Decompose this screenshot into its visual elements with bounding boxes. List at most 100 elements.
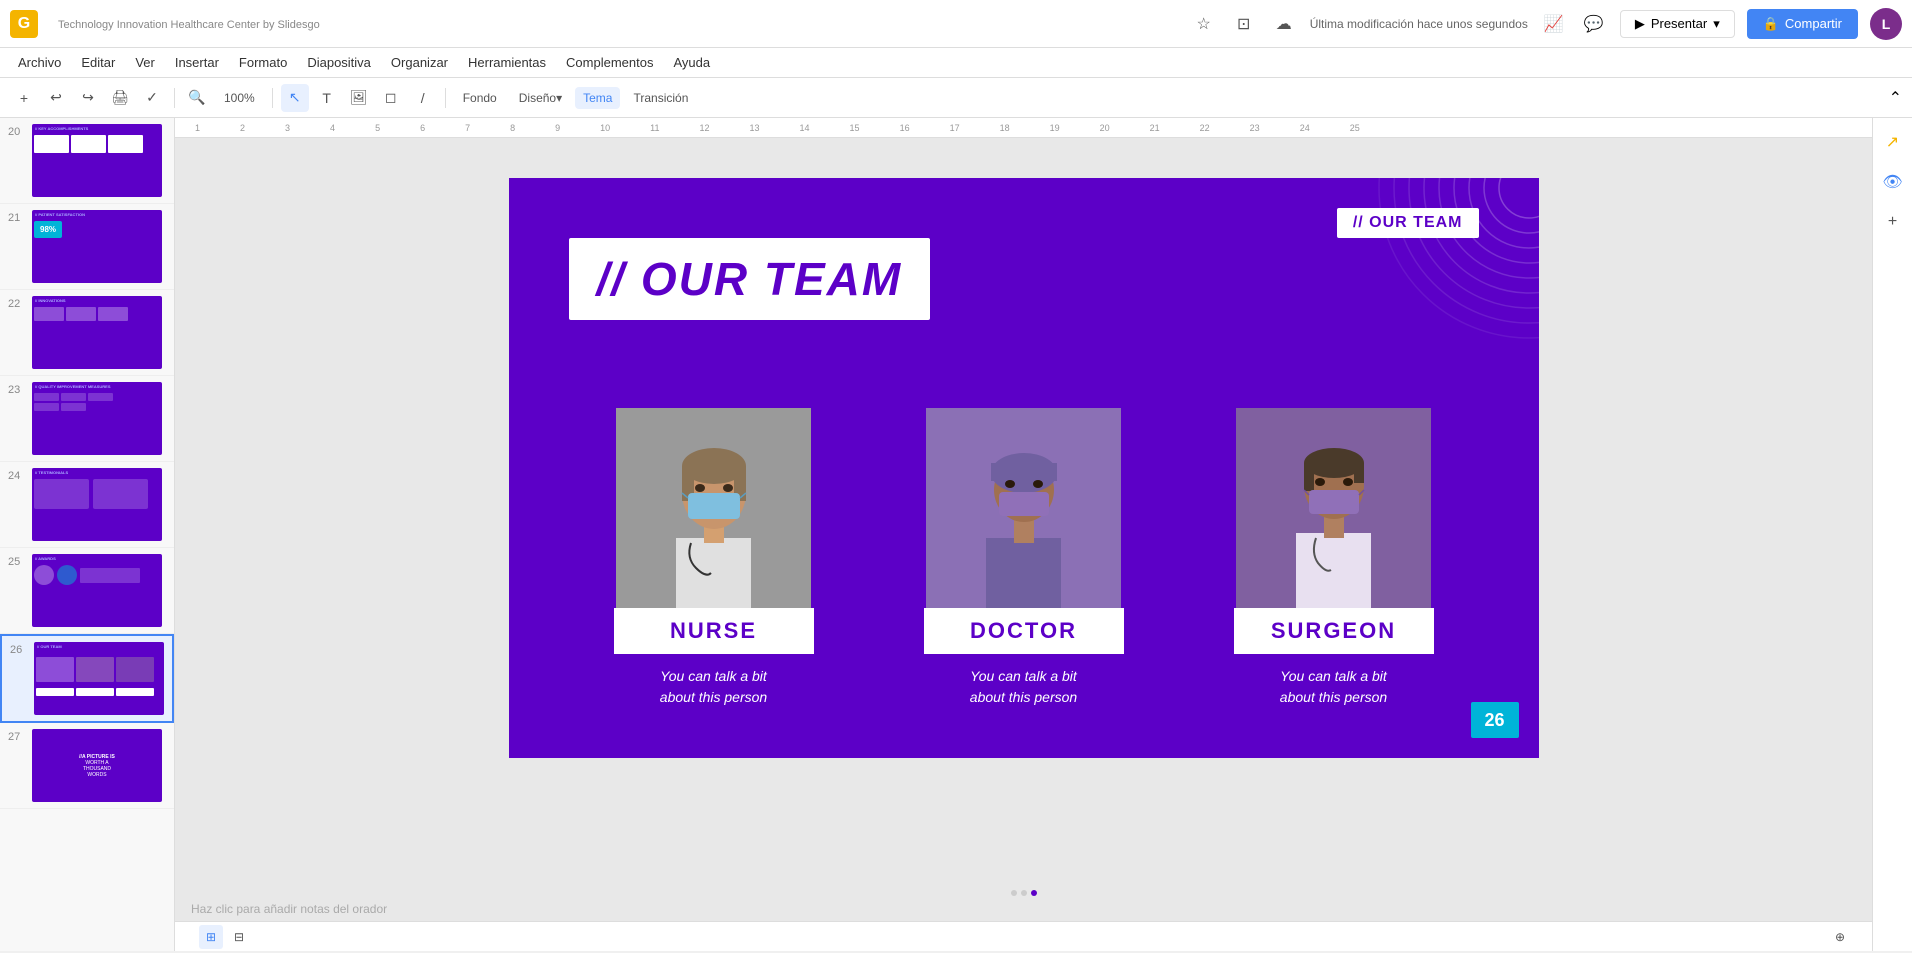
slide-canvas[interactable]: // OUR TEAM // OUR TEAM	[509, 178, 1539, 758]
menu-editar[interactable]: Editar	[73, 51, 123, 74]
thumb-number-27: 27	[8, 729, 26, 743]
nurse-photo	[616, 408, 811, 608]
surgeon-name-banner: SURGEON	[1234, 608, 1434, 654]
circles-decoration	[1349, 178, 1539, 368]
background-label[interactable]: Fondo	[454, 86, 506, 110]
menu-herramientas[interactable]: Herramientas	[460, 51, 554, 74]
thumbnail-26[interactable]: 26 // OUR TEAM	[0, 634, 174, 723]
thumb-img-27: //A PICTURE IS WORTH A THOUSAND WORDS	[32, 729, 162, 802]
thumb-img-20: // KEY ACCOMPLISHMENTS	[32, 124, 162, 197]
top-right-text: // OUR TEAM	[1353, 214, 1463, 231]
thumb-number-25: 25	[8, 554, 26, 568]
slide-dots	[175, 885, 1872, 901]
team-members-container: NURSE You can talk a bitabout this perso…	[509, 408, 1539, 708]
thumbnail-22[interactable]: 22 // INNOVATIONS	[0, 290, 174, 376]
menu-complementos[interactable]: Complementos	[558, 51, 661, 74]
zoom-level[interactable]: 100%	[215, 86, 264, 110]
team-member-nurse[interactable]: NURSE You can talk a bitabout this perso…	[614, 408, 814, 708]
spellcheck-button[interactable]: ✓	[138, 84, 166, 112]
notes-area[interactable]: Haz clic para añadir notas del orador	[175, 899, 1872, 919]
toolbar: + ↩ ↪ 🖨 ✓ 🔍 100% ↖ T 🖼 ◻ / Fondo Diseño▾…	[0, 78, 1912, 118]
cloud-icon[interactable]: ☁	[1270, 10, 1298, 38]
share-button[interactable]: 🔒 Compartir	[1747, 9, 1858, 39]
thumbnail-27[interactable]: 27 //A PICTURE IS WORTH A THOUSAND WORDS	[0, 723, 174, 809]
zoom-fit-icon[interactable]: ⊕	[1824, 921, 1856, 953]
design-label[interactable]: Diseño▾	[510, 86, 571, 110]
grid-view-toggle[interactable]: ⊞	[199, 925, 223, 949]
shape-tool[interactable]: ◻	[377, 84, 405, 112]
slide-title-banner[interactable]: // OUR TEAM	[569, 238, 931, 320]
thumb-number-26: 26	[10, 642, 28, 656]
menu-ver[interactable]: Ver	[127, 51, 163, 74]
thumbnail-panel: 20 // KEY ACCOMPLISHMENTS 21 // PATIENT …	[0, 118, 175, 951]
page-number: 26	[1471, 702, 1519, 738]
menu-insertar[interactable]: Insertar	[167, 51, 227, 74]
surgeon-figure-svg	[1236, 408, 1431, 608]
print-button[interactable]: 🖨	[106, 84, 134, 112]
status-bar: ⊞ ⊟ ⊕	[175, 921, 1872, 951]
cursor-tool[interactable]: ↖	[281, 84, 309, 112]
doctor-description: You can talk a bitabout this person	[970, 666, 1077, 708]
menu-ayuda[interactable]: Ayuda	[665, 51, 718, 74]
menu-bar: Archivo Editar Ver Insertar Formato Diap…	[0, 48, 1912, 78]
thumb-img-23: // QUALITY IMPROVEMENT MEASURES	[32, 382, 162, 455]
separator-2	[272, 88, 273, 108]
nurse-name-banner: NURSE	[614, 608, 814, 654]
menu-organizar[interactable]: Organizar	[383, 51, 456, 74]
slide-dot-1	[1011, 890, 1017, 896]
user-avatar[interactable]: L	[1870, 8, 1902, 40]
doctor-name-banner: DOCTOR	[924, 608, 1124, 654]
text-tool[interactable]: T	[313, 84, 341, 112]
collapse-toolbar-button[interactable]: ⌃	[1889, 88, 1902, 108]
top-right-label: // OUR TEAM	[1337, 208, 1479, 238]
menu-diapositiva[interactable]: Diapositiva	[299, 51, 379, 74]
eye-side-icon[interactable]: 👁	[1877, 166, 1909, 198]
team-member-doctor[interactable]: DOCTOR You can talk a bitabout this pers…	[924, 408, 1124, 708]
top-bar: G Technology Innovation Healthcare Cente…	[0, 0, 1912, 48]
surgeon-photo	[1236, 408, 1431, 608]
present-chevron: ▾	[1713, 16, 1720, 32]
line-tool[interactable]: /	[409, 84, 437, 112]
redo-button[interactable]: ↪	[74, 84, 102, 112]
document-title: Technology Innovation Healthcare Center …	[50, 16, 1178, 31]
nurse-name: NURSE	[614, 618, 814, 644]
menu-archivo[interactable]: Archivo	[10, 51, 69, 74]
star-icon[interactable]: ☆	[1190, 10, 1218, 38]
theme-label[interactable]: Tema	[575, 87, 620, 109]
image-tool[interactable]: 🖼	[345, 84, 373, 112]
thumbnail-25[interactable]: 25 // AWARDS	[0, 548, 174, 634]
undo-button[interactable]: ↩	[42, 84, 70, 112]
google-logo-icon: G	[10, 10, 38, 38]
thumb-img-24: // TESTIMONIALS	[32, 468, 162, 541]
thumb-number-22: 22	[8, 296, 26, 310]
thumb-number-20: 20	[8, 124, 26, 138]
thumbnail-24[interactable]: 24 // TESTIMONIALS	[0, 462, 174, 548]
cursor-side-icon[interactable]: ↗	[1877, 126, 1909, 158]
thumb-img-22: // INNOVATIONS	[32, 296, 162, 369]
chart-icon[interactable]: 📈	[1540, 10, 1568, 38]
thumb-img-26: // OUR TEAM	[34, 642, 164, 715]
surgeon-name: SURGEON	[1234, 618, 1434, 644]
menu-formato[interactable]: Formato	[231, 51, 295, 74]
plus-side-icon[interactable]: +	[1877, 206, 1909, 238]
add-slide-button[interactable]: +	[10, 84, 38, 112]
thumbnail-21[interactable]: 21 // PATIENT SATISFACTION 98%	[0, 204, 174, 290]
comment-icon[interactable]: 💬	[1580, 10, 1608, 38]
slide-dot-3	[1031, 890, 1037, 896]
transition-label[interactable]: Transición	[624, 86, 697, 110]
view-toggles: ⊞ ⊟	[199, 925, 251, 949]
present-button[interactable]: ▶ Presentar ▾	[1620, 10, 1735, 38]
separator-1	[174, 88, 175, 108]
doctor-figure-svg	[926, 408, 1121, 608]
thumb-img-25: // AWARDS	[32, 554, 162, 627]
folder-icon[interactable]: ⊡	[1230, 10, 1258, 38]
last-saved-text: Última modificación hace unos segundos	[1310, 17, 1528, 31]
thumbnail-23[interactable]: 23 // QUALITY IMPROVEMENT MEASURES	[0, 376, 174, 462]
slide-dot-2	[1021, 890, 1027, 896]
zoom-out-button[interactable]: 🔍	[183, 84, 211, 112]
thumbnail-20[interactable]: 20 // KEY ACCOMPLISHMENTS	[0, 118, 174, 204]
thumb-img-21: // PATIENT SATISFACTION 98%	[32, 210, 162, 283]
doctor-name: DOCTOR	[924, 618, 1124, 644]
team-member-surgeon[interactable]: SURGEON You can talk a bitabout this per…	[1234, 408, 1434, 708]
list-view-toggle[interactable]: ⊟	[227, 925, 251, 949]
